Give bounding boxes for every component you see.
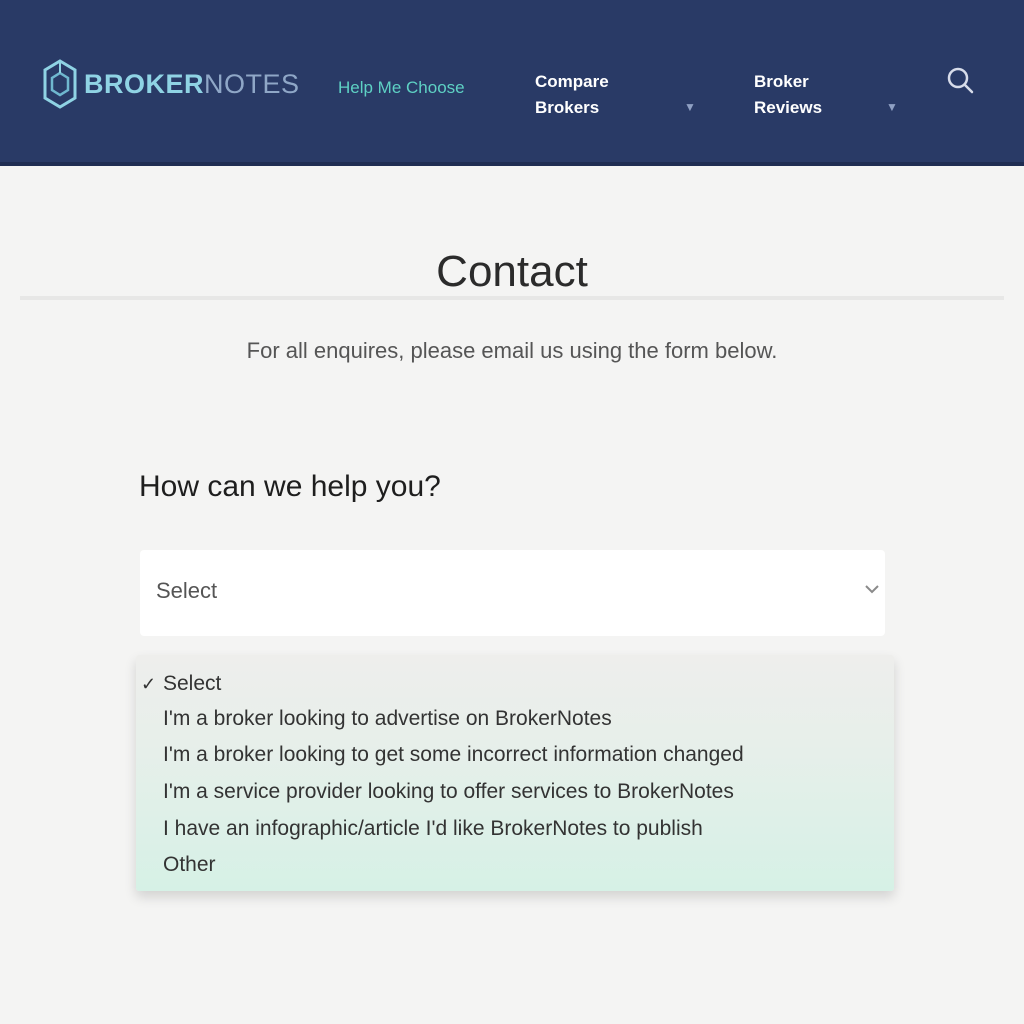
compare-brokers-chevron-down-icon[interactable]: ▼ [684, 100, 696, 114]
logo-text-notes: NOTES [204, 68, 300, 99]
logo-wordmark: BROKERNOTES [84, 69, 300, 100]
select-option-infographic[interactable]: I have an infographic/article I'd like B… [163, 812, 703, 846]
title-divider [20, 296, 1004, 300]
nav-help-me-choose[interactable]: Help Me Choose [338, 75, 465, 101]
chevron-down-icon [865, 585, 879, 594]
select-option-label: Select [163, 672, 222, 695]
page-title: Contact [436, 247, 588, 297]
nav-compare-brokers[interactable]: Compare Brokers [535, 69, 645, 121]
check-icon: ✓ [141, 674, 157, 694]
intro-text: For all enquires, please email us using … [246, 338, 778, 363]
select-option-service-provider[interactable]: I'm a service provider looking to offer … [163, 775, 734, 809]
broker-reviews-chevron-down-icon[interactable]: ▼ [886, 100, 898, 114]
select-option-advertise[interactable]: I'm a broker looking to advertise on Bro… [163, 702, 612, 736]
brokernotes-logo[interactable]: BROKERNOTES [42, 58, 300, 110]
logo-icon [43, 59, 77, 109]
logo-text-broker: BROKER [84, 68, 205, 99]
select-current-value: Select [156, 578, 218, 603]
select-options-dropdown: ✓ Select I'm a broker looking to adverti… [136, 655, 894, 891]
top-navbar: BROKERNOTES Help Me Choose Compare Broke… [0, 0, 1024, 166]
help-question-heading: How can we help you? [139, 470, 441, 503]
enquiry-type-select[interactable]: Select [140, 550, 885, 636]
search-button[interactable] [944, 64, 976, 96]
nav-broker-reviews[interactable]: Broker Reviews [754, 69, 864, 121]
select-option-select[interactable]: ✓ Select [141, 667, 222, 701]
select-option-other[interactable]: Other [163, 848, 216, 882]
search-icon [947, 67, 974, 94]
select-option-incorrect-info[interactable]: I'm a broker looking to get some incorre… [163, 738, 744, 772]
